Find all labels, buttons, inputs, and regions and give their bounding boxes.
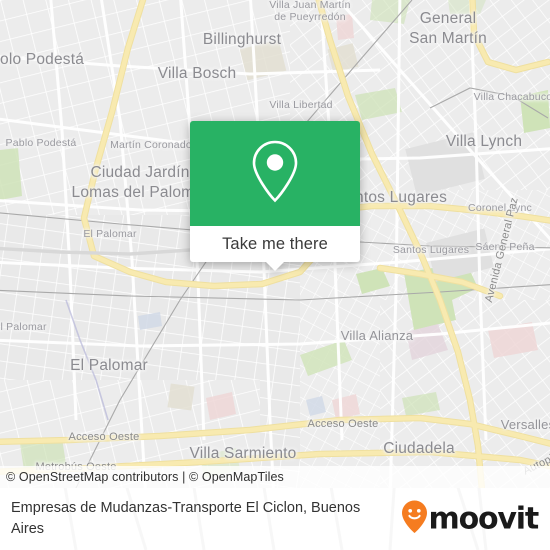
page-title: Empresas de Mudanzas-Transporte El Ciclo… xyxy=(11,500,361,537)
take-me-there-label: Take me there xyxy=(222,234,328,253)
popup-pointer-tail xyxy=(265,261,285,271)
footer-bar: Empresas de Mudanzas-Transporte El Ciclo… xyxy=(0,488,550,550)
map-pin-icon xyxy=(247,138,303,209)
map-attribution-bar: © OpenStreetMap contributors | © OpenMap… xyxy=(0,466,550,488)
location-popup-card[interactable]: Take me there xyxy=(190,121,360,271)
moovit-logo[interactable]: moovit xyxy=(401,500,540,539)
moovit-wordmark: moovit xyxy=(428,501,540,536)
attribution-text[interactable]: © OpenStreetMap contributors | © OpenMap… xyxy=(0,470,284,484)
popup-action-bar[interactable]: Take me there xyxy=(190,226,360,271)
popup-header xyxy=(190,121,360,226)
map-viewport[interactable]: olo Podestá Billinghurst Villa Bosch Villa … xyxy=(0,0,550,488)
moovit-smiley-pin-icon xyxy=(401,500,428,539)
moovit-map-screen: olo Podestá Billinghurst Villa Bosch Villa … xyxy=(0,0,550,550)
